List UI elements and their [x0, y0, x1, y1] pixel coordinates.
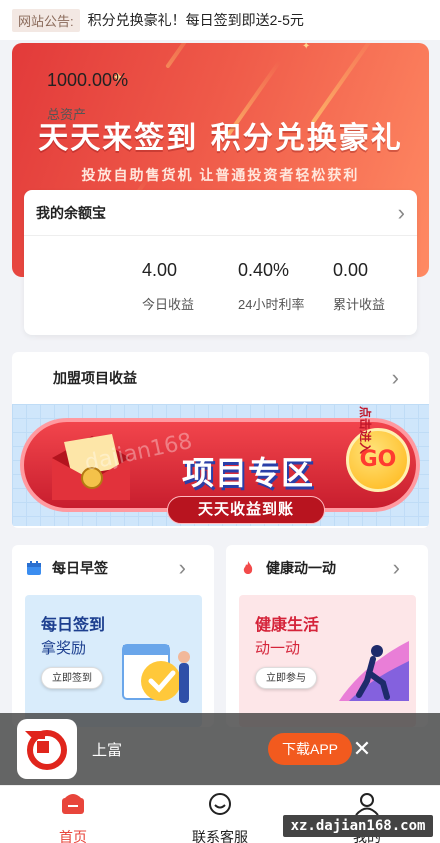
yuebao-header[interactable]: 我的余额宝 › [24, 190, 417, 236]
health-card[interactable]: 健康动一动 › 健康生活 动一动 立即参与 [226, 545, 428, 727]
stat-label: 24小时利率 [238, 297, 305, 312]
go-hint: 点击进入 [358, 406, 372, 455]
morning-sign-card[interactable]: 每日早签 › 每日签到 拿奖励 立即签到 [12, 545, 214, 727]
join-project-card[interactable]: 加盟项目收益 › dajian168 项目专区 天天收益到账 GO 点击进入 [12, 352, 429, 528]
stat-value: 0.40% [238, 260, 290, 280]
notice-text: 积分兑换豪礼！每日签到即送2-5元 [87, 12, 304, 28]
stat-label: 累计收益 [333, 297, 386, 312]
morning-body-subtitle: 拿奖励 [41, 640, 87, 657]
tab-service[interactable]: 联系客服 [165, 792, 275, 843]
stat-label: 总资产 [47, 107, 87, 122]
stat-value: 0.00 [333, 260, 369, 280]
home-icon [62, 794, 84, 814]
stat-total-assets: 1000.00% 总资产 [47, 70, 128, 123]
tab-label: 首页 [59, 829, 87, 843]
tab-home[interactable]: 首页 [18, 792, 128, 843]
morning-body-title: 每日签到 [41, 617, 106, 634]
sign-now-button[interactable]: 立即签到 [41, 667, 103, 689]
join-header[interactable]: 加盟项目收益 › [12, 352, 429, 404]
morning-header[interactable]: 每日早签 › [12, 545, 214, 591]
app-download-bar[interactable]: 上富 下载APP ✕ [0, 713, 440, 785]
stat-value: 1000.00% [47, 70, 129, 90]
app-logo [17, 719, 77, 779]
banner-title: 项目专区 [182, 454, 315, 492]
banner-subtitle: 天天收益到账 [167, 496, 325, 524]
yuebao-title: 我的余额宝 [36, 204, 106, 221]
runners-illustration-icon [339, 641, 409, 701]
health-body-subtitle: 动一动 [255, 640, 301, 657]
project-zone-banner[interactable]: dajian168 项目专区 天天收益到账 GO 点击进入 [12, 404, 429, 526]
sparkle-icon: ✦ [302, 43, 311, 52]
health-body[interactable]: 健康生活 动一动 立即参与 [239, 595, 416, 727]
decor-streak [165, 43, 203, 69]
chevron-right-icon[interactable]: › [392, 367, 399, 389]
fire-icon [243, 561, 253, 574]
calendar-icon [27, 561, 41, 575]
health-body-title: 健康生活 [255, 617, 320, 634]
app-logo-icon [25, 730, 67, 770]
chevron-right-icon[interactable]: › [398, 201, 405, 224]
service-icon [209, 793, 231, 815]
chevron-right-icon[interactable]: › [393, 557, 400, 579]
download-app-button[interactable]: 下载APP [268, 733, 352, 765]
tab-label: 联系客服 [192, 829, 248, 843]
app-name: 上富 [92, 742, 123, 759]
morning-body[interactable]: 每日签到 拿奖励 立即签到 [25, 595, 202, 727]
notice-tag: 网站公告: [12, 8, 80, 32]
checkin-illustration-icon [122, 644, 190, 703]
morning-title: 每日早签 [52, 560, 108, 576]
stat-total-income: 0.00 累计收益 [333, 260, 385, 313]
stat-24h-rate: 0.40% 24小时利率 [238, 260, 304, 313]
join-now-button[interactable]: 立即参与 [255, 667, 317, 689]
user-icon [355, 793, 379, 816]
stat-label: 今日收益 [142, 297, 195, 312]
hero-subtitle: 投放自助售货机 让普通投资者轻松获利 [81, 167, 360, 183]
stat-today-income: 4.00 今日收益 [142, 260, 194, 313]
join-title: 加盟项目收益 [53, 370, 137, 386]
chevron-right-icon[interactable]: › [179, 557, 186, 579]
health-title: 健康动一动 [266, 560, 336, 576]
notice-bar[interactable]: 网站公告: 积分兑换豪礼！每日签到即送2-5元 [0, 0, 440, 40]
site-badge: xz.dajian168.com [283, 815, 433, 837]
stat-value: 4.00 [142, 260, 178, 280]
go-button[interactable]: GO [346, 428, 410, 492]
close-icon[interactable]: ✕ [352, 735, 372, 763]
health-header[interactable]: 健康动一动 › [226, 545, 428, 591]
